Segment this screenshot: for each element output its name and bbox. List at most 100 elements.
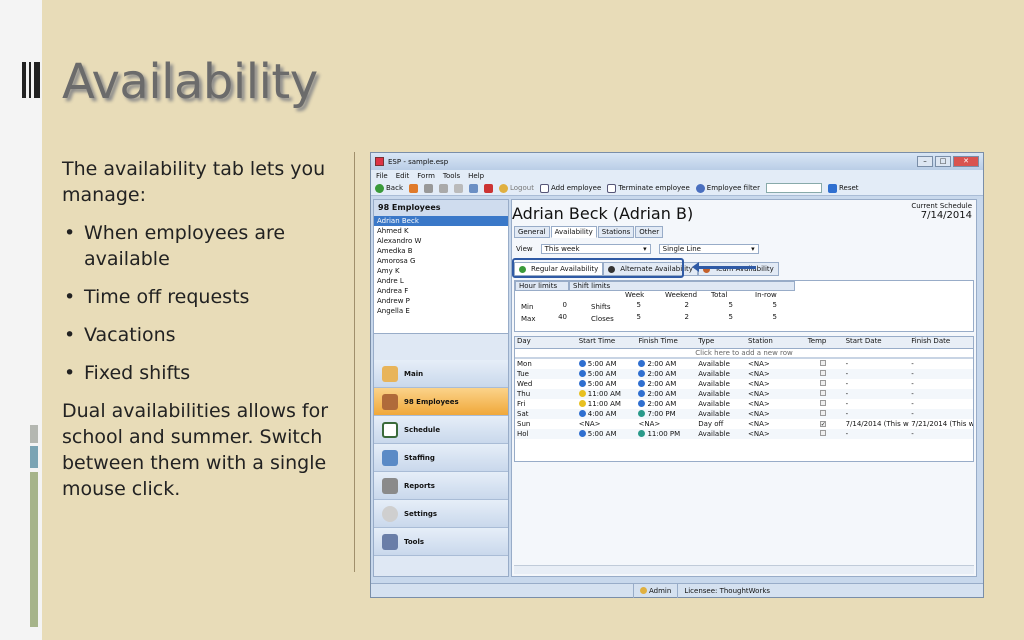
- close-button[interactable]: ✕: [953, 156, 979, 167]
- closes-inrow-input[interactable]: 5: [751, 313, 787, 323]
- tab-team-availability[interactable]: Team Availability: [697, 262, 779, 276]
- horizontal-scrollbar[interactable]: [514, 565, 974, 574]
- table-cell[interactable]: 5:00 AM: [577, 359, 637, 369]
- table-cell[interactable]: 5:00 AM: [577, 429, 637, 439]
- table-cell[interactable]: <NA>: [636, 419, 696, 429]
- column-header[interactable]: Station: [746, 337, 806, 348]
- shifts-weekend-input[interactable]: 2: [663, 301, 699, 311]
- employee-list-item[interactable]: Adrian Beck: [374, 216, 508, 226]
- table-cell[interactable]: 5:00 AM: [577, 369, 637, 379]
- employee-list-item[interactable]: Amedka B: [374, 246, 508, 256]
- table-cell[interactable]: [806, 379, 844, 389]
- table-cell[interactable]: <NA>: [746, 399, 806, 409]
- nav-staffing[interactable]: Staffing: [374, 444, 508, 472]
- table-cell[interactable]: Available: [696, 429, 746, 439]
- employee-list-item[interactable]: Angella E: [374, 306, 508, 316]
- table-cell[interactable]: Day off: [696, 419, 746, 429]
- table-cell[interactable]: 2:00 AM: [636, 389, 696, 399]
- tab-stations[interactable]: Stations: [597, 226, 635, 238]
- line-select[interactable]: Single Line ▾: [658, 244, 759, 254]
- table-cell[interactable]: Sat: [515, 409, 577, 419]
- table-row[interactable]: Wed 5:00 AM 2:00 AM Available <NA> - -: [515, 379, 973, 389]
- temp-checkbox[interactable]: [819, 400, 826, 406]
- table-cell[interactable]: -: [844, 369, 910, 379]
- table-cell[interactable]: -: [844, 359, 910, 369]
- table-cell[interactable]: -: [909, 399, 973, 409]
- employee-list-item[interactable]: Andrew P: [374, 296, 508, 306]
- table-cell[interactable]: Hol: [515, 429, 577, 439]
- employee-list-item[interactable]: Amy K: [374, 266, 508, 276]
- table-cell[interactable]: 5:00 AM: [577, 379, 637, 389]
- table-cell[interactable]: <NA>: [746, 409, 806, 419]
- nav-employees[interactable]: 98 Employees: [374, 388, 508, 416]
- table-cell[interactable]: -: [909, 359, 973, 369]
- maximize-button[interactable]: □: [935, 156, 951, 167]
- temp-checkbox[interactable]: [819, 360, 826, 366]
- column-header[interactable]: Start Date: [844, 337, 910, 348]
- menu-help[interactable]: Help: [468, 172, 484, 180]
- column-header[interactable]: Temp: [806, 337, 844, 348]
- table-cell[interactable]: <NA>: [746, 369, 806, 379]
- cut-icon[interactable]: [424, 183, 433, 193]
- table-cell[interactable]: Available: [696, 369, 746, 379]
- employee-filter-input[interactable]: [765, 183, 822, 193]
- temp-checkbox[interactable]: [819, 390, 826, 396]
- table-cell[interactable]: Available: [696, 409, 746, 419]
- table-cell[interactable]: -: [844, 379, 910, 389]
- table-cell[interactable]: <NA>: [577, 419, 637, 429]
- minimize-button[interactable]: –: [917, 156, 933, 167]
- table-cell[interactable]: <NA>: [746, 419, 806, 429]
- table-cell[interactable]: Thu: [515, 389, 577, 399]
- table-cell[interactable]: -: [909, 369, 973, 379]
- table-row[interactable]: Fri 11:00 AM 2:00 AM Available <NA> - -: [515, 399, 973, 409]
- table-cell[interactable]: [806, 389, 844, 399]
- table-cell[interactable]: 11:00 AM: [577, 399, 637, 409]
- closes-week-input[interactable]: 5: [615, 313, 651, 323]
- table-cell[interactable]: <NA>: [746, 359, 806, 369]
- column-header[interactable]: Finish Date: [909, 337, 973, 348]
- temp-checkbox[interactable]: ✓: [819, 421, 826, 428]
- column-header[interactable]: Finish Time: [636, 337, 696, 348]
- add-employee-button[interactable]: Add employee: [539, 183, 601, 193]
- logout-button[interactable]: Logout: [499, 183, 534, 193]
- table-cell[interactable]: Available: [696, 379, 746, 389]
- tab-other[interactable]: Other: [635, 226, 664, 238]
- home-icon[interactable]: [409, 183, 418, 193]
- table-cell[interactable]: <NA>: [746, 379, 806, 389]
- min-hours-input[interactable]: 0: [541, 301, 577, 311]
- menu-file[interactable]: File: [376, 172, 388, 180]
- terminate-employee-button[interactable]: Terminate employee: [607, 183, 690, 193]
- closes-total-input[interactable]: 5: [707, 313, 743, 323]
- table-cell[interactable]: <NA>: [746, 429, 806, 439]
- table-cell[interactable]: -: [844, 429, 910, 439]
- employee-list-item[interactable]: Ahmed K: [374, 226, 508, 236]
- table-cell[interactable]: -: [909, 389, 973, 399]
- menu-tools[interactable]: Tools: [443, 172, 460, 180]
- table-row[interactable]: Thu 11:00 AM 2:00 AM Available <NA> - -: [515, 389, 973, 399]
- table-row[interactable]: Sun <NA> <NA> Day off <NA> ✓ 7/14/2014 (This w…: [515, 419, 973, 429]
- table-row[interactable]: Sat 4:00 AM 7:00 PM Available <NA> - -: [515, 409, 973, 419]
- table-cell[interactable]: ✓: [806, 419, 844, 429]
- table-cell[interactable]: [806, 369, 844, 379]
- menu-edit[interactable]: Edit: [396, 172, 410, 180]
- table-cell[interactable]: [806, 429, 844, 439]
- add-row-button[interactable]: Click here to add a new row: [515, 349, 973, 359]
- temp-checkbox[interactable]: [819, 380, 826, 386]
- column-header[interactable]: Type: [696, 337, 746, 348]
- table-row[interactable]: Tue 5:00 AM 2:00 AM Available <NA> - -: [515, 369, 973, 379]
- tab-availability[interactable]: Availability: [550, 226, 597, 238]
- table-cell[interactable]: <NA>: [746, 389, 806, 399]
- shifts-week-input[interactable]: 5: [615, 301, 651, 311]
- nav-main[interactable]: Main: [374, 360, 508, 388]
- table-cell[interactable]: Available: [696, 389, 746, 399]
- table-cell[interactable]: 2:00 AM: [636, 369, 696, 379]
- tab-general[interactable]: General: [514, 226, 550, 238]
- view-select[interactable]: This week ▾: [540, 244, 651, 254]
- table-cell[interactable]: -: [844, 389, 910, 399]
- table-cell[interactable]: Sun: [515, 419, 577, 429]
- copy-icon[interactable]: [439, 183, 448, 193]
- column-header[interactable]: Day: [515, 337, 577, 348]
- employee-list-item[interactable]: Amorosa G: [374, 256, 508, 266]
- paste-icon[interactable]: [454, 183, 463, 193]
- temp-checkbox[interactable]: [819, 370, 826, 376]
